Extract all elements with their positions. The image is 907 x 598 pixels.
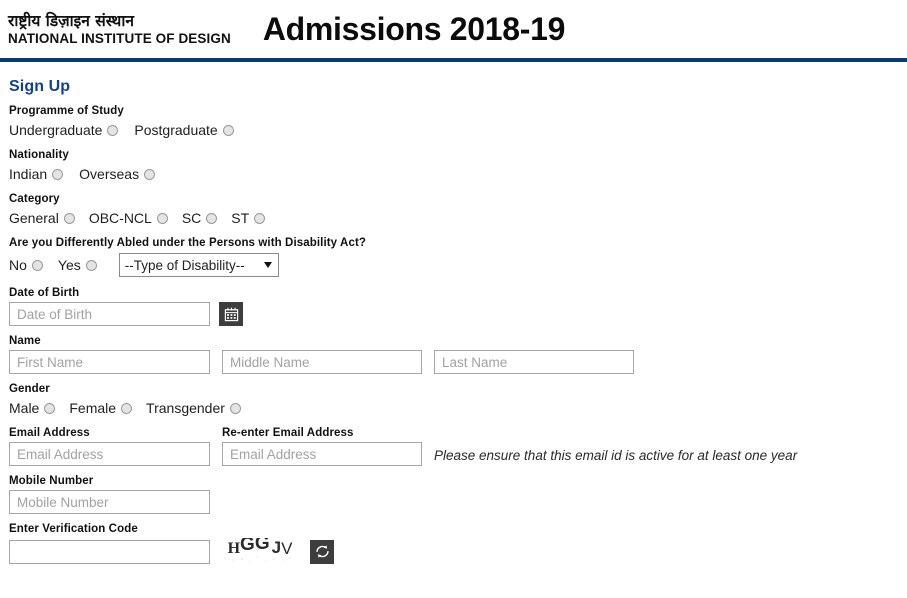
reenter-email-col: Re-enter Email Address — [222, 427, 422, 466]
gender-options: Male Female Transgender — [9, 398, 907, 418]
radio-dot-general[interactable] — [63, 212, 75, 224]
radio-label-postgraduate: Postgraduate — [134, 122, 218, 138]
name-row — [9, 350, 907, 374]
radio-option-transgender[interactable]: Transgender — [146, 400, 241, 416]
page-title: Admissions 2018-19 — [262, 10, 566, 47]
email-group: Email Address Re-enter Email Address Ple… — [9, 427, 907, 466]
radio-label-female: Female — [69, 400, 117, 416]
nationality-options: Indian Overseas — [9, 164, 907, 184]
mobile-input[interactable] — [9, 490, 210, 514]
captcha-image: H G G J V — [219, 538, 301, 565]
radio-dot-male[interactable] — [44, 402, 56, 414]
radio-option-undergraduate[interactable]: Undergraduate — [9, 122, 119, 138]
nid-logo: राष्ट्रीय डिज़ाइन संस्थान NATIONAL INSTI… — [8, 13, 231, 45]
logo-english-text: NATIONAL INSTITUTE OF DESIGN — [8, 30, 231, 46]
name-label: Name — [9, 335, 41, 347]
radio-option-postgraduate[interactable]: Postgraduate — [134, 122, 234, 138]
radio-dot-disability-no[interactable] — [31, 259, 43, 271]
radio-label-transgender: Transgender — [146, 400, 225, 416]
dob-label: Date of Birth — [9, 287, 80, 299]
verification-code-input[interactable] — [9, 539, 210, 564]
radio-label-general: General — [9, 210, 59, 226]
reenter-email-label: Re-enter Email Address — [222, 427, 354, 439]
email-note: Please ensure that this email id is acti… — [434, 448, 798, 463]
captcha-char-2: G — [240, 538, 255, 555]
category-options: General OBC-NCL SC ST — [9, 208, 907, 228]
radio-label-overseas: Overseas — [79, 166, 140, 182]
logo-hindi-text: राष्ट्रीय डिज़ाइन संस्थान — [8, 12, 134, 31]
gender-label: Gender — [9, 383, 50, 395]
dob-group: Date of Birth — [9, 287, 907, 326]
name-group: Name — [9, 335, 907, 374]
verification-group: Enter Verification Code H G G J V — [9, 523, 907, 565]
radio-label-disability-yes: Yes — [57, 257, 81, 273]
radio-option-disability-yes[interactable]: Yes — [58, 257, 97, 273]
mobile-group: Mobile Number — [9, 475, 907, 514]
email-block: Email Address Re-enter Email Address Ple… — [9, 427, 907, 466]
email-col: Email Address — [9, 427, 210, 466]
radio-option-sc[interactable]: SC — [181, 210, 218, 226]
disability-group: Are you Differently Abled under the Pers… — [9, 237, 907, 278]
radio-option-female[interactable]: Female — [69, 400, 133, 416]
radio-label-disability-no: No — [9, 257, 27, 273]
radio-dot-female[interactable] — [121, 402, 133, 414]
radio-dot-postgraduate[interactable] — [222, 124, 234, 136]
gender-group: Gender Male Female Transgender — [9, 383, 907, 418]
calendar-icon-button[interactable] — [219, 302, 243, 326]
programme-of-study-group: Programme of Study Undergraduate Postgra… — [9, 105, 907, 140]
category-group: Category General OBC-NCL SC ST — [9, 193, 907, 228]
last-name-input[interactable] — [434, 350, 634, 374]
radio-label-indian: Indian — [9, 166, 48, 182]
disability-type-select[interactable]: --Type of Disability-- — [118, 253, 279, 277]
captcha-char-4: J — [271, 538, 282, 557]
disability-type-select-wrap: --Type of Disability-- — [118, 253, 279, 277]
radio-dot-transgender[interactable] — [229, 402, 241, 414]
email-input[interactable] — [9, 442, 210, 466]
radio-option-st[interactable]: ST — [231, 210, 266, 226]
radio-label-undergraduate: Undergraduate — [9, 122, 103, 138]
radio-dot-sc[interactable] — [206, 212, 218, 224]
disability-options: No Yes --Type of Disability-- — [9, 252, 907, 278]
page-header: राष्ट्रीय डिज़ाइन संस्थान NATIONAL INSTI… — [0, 0, 907, 58]
radio-dot-undergraduate[interactable] — [107, 124, 119, 136]
nationality-group: Nationality Indian Overseas — [9, 149, 907, 184]
nationality-label: Nationality — [9, 149, 69, 161]
signup-heading: Sign Up — [9, 78, 71, 95]
radio-option-general[interactable]: General — [9, 210, 75, 226]
refresh-captcha-button[interactable] — [310, 539, 334, 564]
captcha-char-1: H — [227, 540, 241, 557]
radio-option-indian[interactable]: Indian — [9, 166, 64, 182]
middle-name-input[interactable] — [222, 350, 422, 374]
verification-label: Enter Verification Code — [9, 523, 138, 535]
mobile-label: Mobile Number — [9, 475, 94, 487]
radio-label-obc-ncl: OBC-NCL — [88, 210, 152, 226]
dob-row — [9, 302, 907, 326]
dob-input[interactable] — [9, 302, 210, 326]
calendar-icon — [224, 307, 239, 322]
category-label: Category — [9, 193, 60, 205]
radio-dot-overseas[interactable] — [144, 168, 156, 180]
programme-options: Undergraduate Postgraduate — [9, 120, 907, 140]
refresh-icon — [314, 543, 331, 560]
radio-option-obc-ncl[interactable]: OBC-NCL — [89, 210, 168, 226]
radio-dot-obc-ncl[interactable] — [156, 212, 168, 224]
first-name-input[interactable] — [9, 350, 210, 374]
radio-option-overseas[interactable]: Overseas — [79, 166, 156, 182]
radio-label-st: ST — [231, 210, 250, 226]
radio-dot-st[interactable] — [254, 212, 266, 224]
radio-label-male: Male — [9, 400, 40, 416]
radio-label-sc: SC — [181, 210, 202, 226]
captcha-char-3: G — [254, 538, 270, 554]
radio-dot-disability-yes[interactable] — [85, 259, 97, 271]
disability-label: Are you Differently Abled under the Pers… — [9, 237, 366, 249]
radio-dot-indian[interactable] — [52, 168, 64, 180]
radio-option-male[interactable]: Male — [9, 400, 56, 416]
captcha-char-5: V — [281, 539, 293, 558]
programme-label: Programme of Study — [9, 105, 124, 117]
signup-form: Sign Up Programme of Study Undergraduate… — [0, 62, 907, 565]
email-label: Email Address — [9, 427, 90, 439]
captcha-row: H G G J V — [9, 538, 907, 565]
radio-option-disability-no[interactable]: No — [9, 257, 43, 273]
reenter-email-input[interactable] — [222, 442, 422, 466]
